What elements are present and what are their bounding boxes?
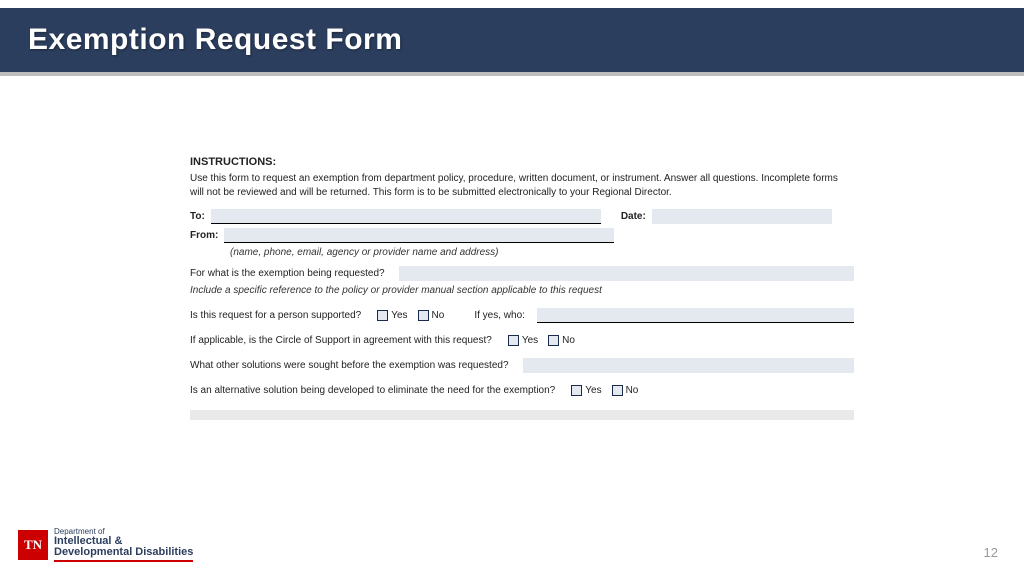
section-divider [190, 410, 854, 420]
q2-label: Is this request for a person supported? [190, 310, 361, 321]
q2-yes-checkbox[interactable] [377, 310, 388, 321]
date-field[interactable] [652, 209, 832, 224]
instructions-text: Use this form to request an exemption fr… [190, 172, 854, 199]
q2-ifyes-label: If yes, who: [474, 310, 525, 321]
q4-field[interactable] [523, 358, 854, 373]
to-field[interactable] [211, 209, 601, 224]
q2-no-label: No [432, 310, 445, 321]
q5-no-label: No [626, 385, 639, 396]
instructions-heading: INSTRUCTIONS: [190, 156, 854, 168]
q1-hint: Include a specific reference to the poli… [190, 285, 854, 296]
dept-logo: TN Department of Intellectual & Developm… [18, 528, 193, 562]
to-label: To: [190, 211, 205, 222]
q1-label: For what is the exemption being requeste… [190, 268, 385, 279]
dept-line2: Developmental Disabilities [54, 547, 193, 562]
q3-yes-checkbox[interactable] [508, 335, 519, 346]
q5-yes-checkbox[interactable] [571, 385, 582, 396]
q2-yes-label: Yes [391, 310, 407, 321]
form-container: INSTRUCTIONS: Use this form to request a… [190, 156, 854, 420]
footer: TN Department of Intellectual & Developm… [0, 520, 1024, 576]
page-number: 12 [984, 545, 998, 560]
date-label: Date: [621, 211, 646, 222]
q3-no-label: No [562, 335, 575, 346]
tn-logo-icon: TN [18, 530, 48, 560]
q3-yes-label: Yes [522, 335, 538, 346]
q3-label: If applicable, is the Circle of Support … [190, 335, 492, 346]
q2-who-field[interactable] [537, 308, 854, 323]
q1-field[interactable] [399, 266, 854, 281]
q5-no-checkbox[interactable] [612, 385, 623, 396]
q2-no-checkbox[interactable] [418, 310, 429, 321]
q3-no-checkbox[interactable] [548, 335, 559, 346]
title-bar: Exemption Request Form [0, 0, 1024, 76]
q5-label: Is an alternative solution being develop… [190, 385, 555, 396]
from-label: From: [190, 230, 218, 241]
page-title: Exemption Request Form [28, 23, 402, 57]
from-field[interactable] [224, 228, 614, 243]
from-hint: (name, phone, email, agency or provider … [230, 247, 854, 258]
q4-label: What other solutions were sought before … [190, 360, 509, 371]
q5-yes-label: Yes [585, 385, 601, 396]
